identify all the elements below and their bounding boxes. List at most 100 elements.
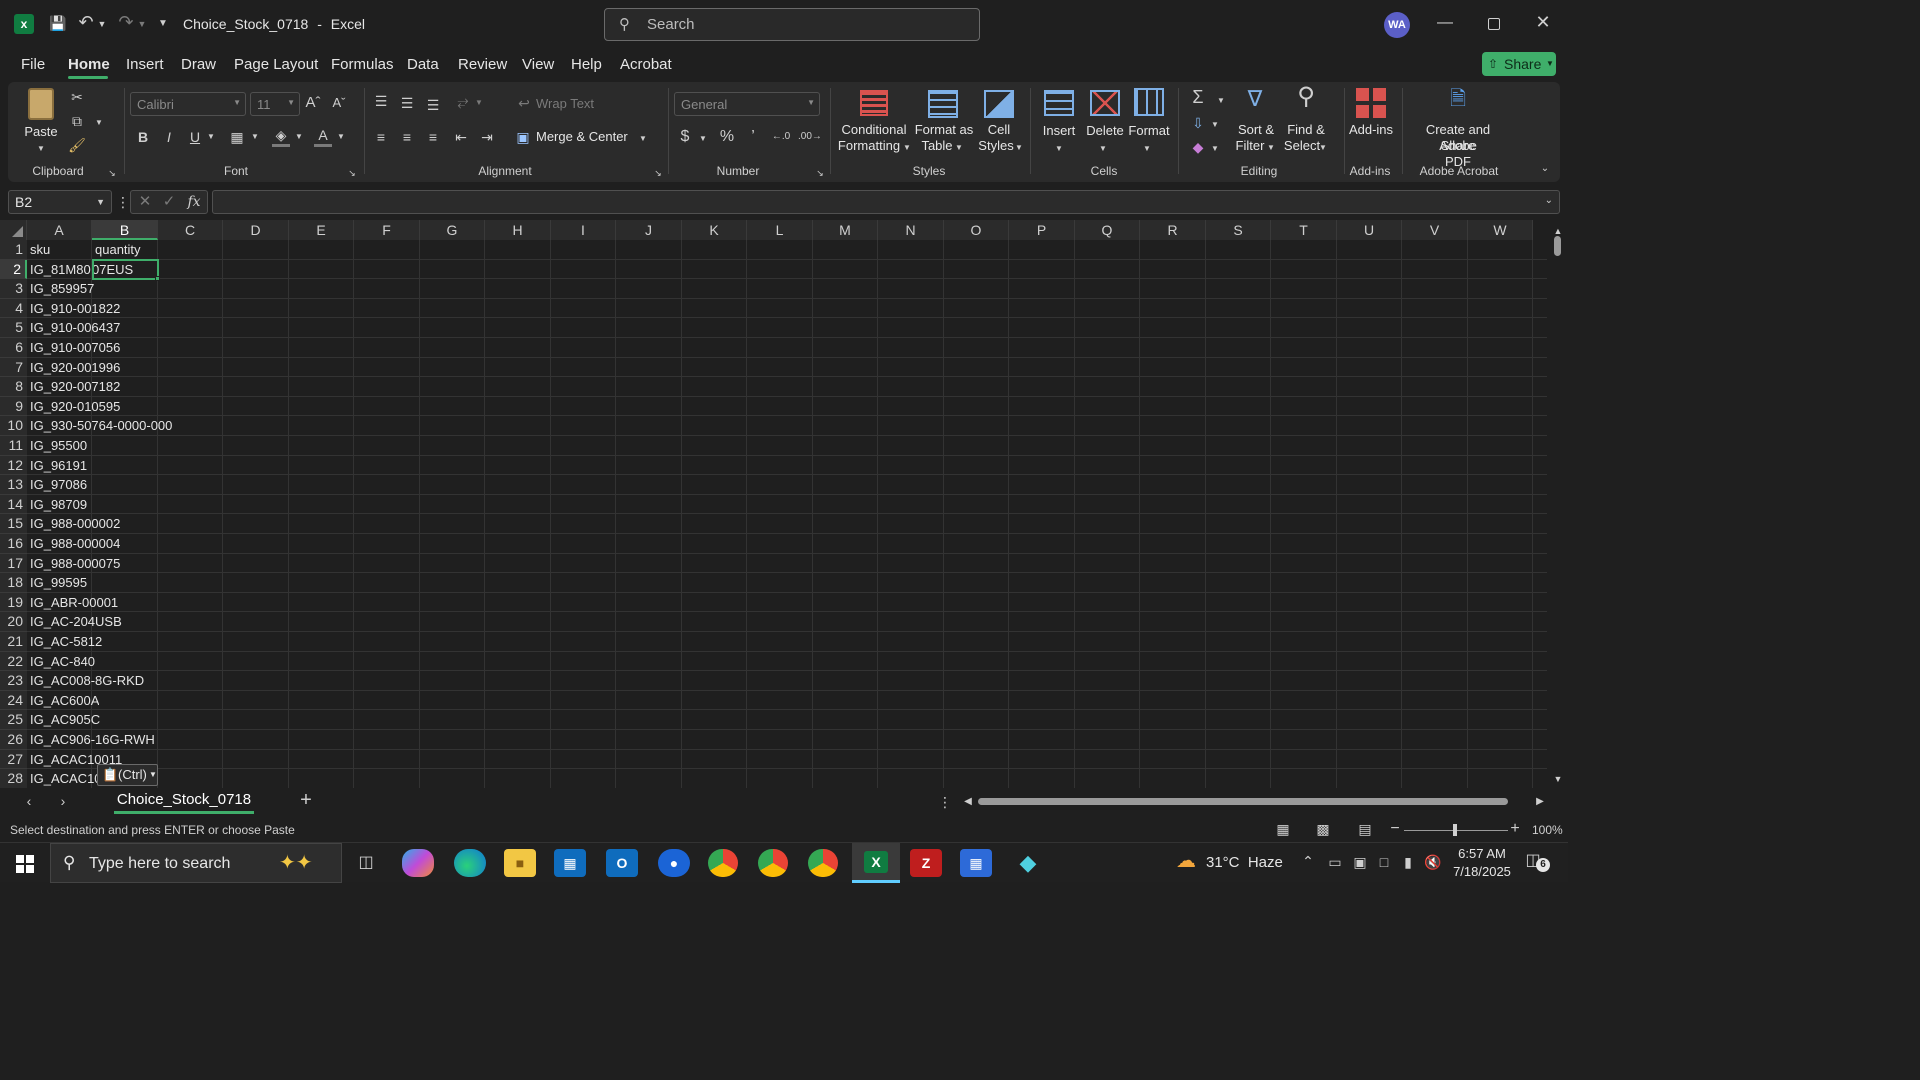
conditional-formatting-dropdown-icon[interactable]: ▼ [902,139,912,157]
volume-mute-icon[interactable]: 🔇 [1424,853,1441,871]
vertical-scrollbar[interactable]: ▲ ▼ [1548,220,1568,788]
vertical-scroll-thumb[interactable] [1554,236,1561,256]
row-header-11[interactable]: 11 [0,436,27,456]
currency-icon[interactable]: $ [676,128,694,146]
scroll-right-icon[interactable]: ▶ [1534,793,1546,811]
next-sheet-icon[interactable]: › [56,792,70,810]
tab-review[interactable]: Review [458,56,507,73]
column-header-g[interactable]: G [420,220,485,240]
underline-dropdown-icon[interactable]: ▼ [206,128,216,146]
wrap-text-icon[interactable]: ↩ [516,94,532,112]
tab-file[interactable]: File [21,56,45,73]
cell-a4[interactable]: IG_910-001822 [27,299,120,318]
row-header-20[interactable]: 20 [0,612,27,632]
prev-sheet-icon[interactable]: ‹ [22,792,36,810]
row-header-7[interactable]: 7 [0,357,27,378]
format-as-table-label-1[interactable]: Format as [912,122,976,138]
sort-filter-label-1[interactable]: Sort & [1236,122,1276,138]
insert-cells-icon[interactable] [1044,90,1074,116]
edge-icon[interactable] [454,849,486,877]
row-header-24[interactable]: 24 [0,690,27,711]
middle-align-icon[interactable]: ☰ [398,94,416,112]
underline-icon[interactable]: U [186,128,204,146]
tab-formulas[interactable]: Formulas [331,56,394,73]
name-box[interactable]: B2 ▼ [8,190,112,214]
insert-function-icon[interactable]: fx [185,193,203,211]
italic-icon[interactable]: I [160,128,178,146]
cell-a24[interactable]: IG_AC600A [27,691,99,710]
battery-icon[interactable]: ▮ [1400,853,1416,871]
number-format-combo[interactable]: General ▼ [674,92,820,116]
tab-page-layout[interactable]: Page Layout [234,56,318,73]
cell-a3[interactable]: IG_859957 [27,279,94,298]
font-launcher-icon[interactable]: ↘ [346,164,358,182]
normal-view-icon[interactable]: ▦ [1274,820,1292,838]
insert-cells-dropdown-icon[interactable]: ▼ [1054,140,1064,158]
find-select-icon[interactable]: ⚲ [1290,85,1322,109]
windows-start-icon[interactable] [16,855,34,873]
add-ins-icon[interactable] [1356,88,1386,118]
increase-decimal-icon[interactable]: ←.0 [770,128,792,146]
outlook-icon[interactable]: O [606,849,638,877]
bold-icon[interactable]: B [134,128,152,146]
fill-dropdown-icon[interactable]: ▼ [1210,116,1220,134]
zoom-out-icon[interactable]: − [1388,820,1402,838]
decrease-indent-icon[interactable]: ⇤ [452,128,470,146]
percent-icon[interactable]: % [718,128,736,146]
paste-options-button[interactable]: 📋 (Ctrl) ▼ [97,764,158,786]
spreadsheet-grid[interactable]: ABCDEFGHIJKLMNOPQRSTUVW 1 2 3 4 5 6 7 8 9 10 11 12 1… [0,220,1568,788]
row-header-23[interactable]: 23 [0,671,27,691]
conditional-formatting-icon[interactable] [860,90,888,116]
copy-dropdown-icon[interactable]: ▼ [94,114,104,132]
column-header-s[interactable]: S [1206,220,1271,240]
row-header-2[interactable]: 2 [0,259,27,280]
row-header-10[interactable]: 10 [0,416,27,436]
font-size-combo[interactable]: 11 ▼ [250,92,300,116]
column-header-i[interactable]: I [551,220,616,240]
select-all-corner[interactable] [0,220,27,240]
decrease-decimal-icon[interactable]: .00→ [798,128,822,146]
format-as-table-icon[interactable] [928,90,958,118]
add-ins-button[interactable]: Add-ins [1346,122,1396,138]
tab-help[interactable]: Help [571,56,602,73]
row-header-18[interactable]: 18 [0,573,27,593]
meet-now-icon[interactable]: ▣ [1352,853,1368,871]
column-header-e[interactable]: E [289,220,354,240]
cell-a15[interactable]: IG_988-000002 [27,514,120,533]
teams-chat-icon[interactable]: ● [658,849,690,877]
filezilla-icon[interactable]: Z [910,849,942,877]
notifications-button[interactable]: ◫ 6 [1524,852,1550,872]
active-cell-selection[interactable] [92,259,159,280]
cell-styles-label-2[interactable]: Styles [976,138,1016,154]
align-center-icon[interactable]: ≡ [398,128,416,146]
page-break-view-icon[interactable]: ▤ [1356,820,1374,838]
cell-a10[interactable]: IG_930-50764-0000-000 [27,416,172,435]
insert-cells-button[interactable]: Insert [1038,123,1080,139]
alignment-launcher-icon[interactable]: ↘ [652,164,664,182]
fill-handle[interactable] [155,276,160,281]
column-header-o[interactable]: O [944,220,1009,240]
show-hidden-icons[interactable]: ⌃ [1300,852,1316,870]
cut-icon[interactable]: ✂ [68,88,86,106]
sort-filter-icon[interactable]: ∇ [1240,88,1270,110]
page-layout-view-icon[interactable]: ▩ [1314,820,1332,838]
column-header-b[interactable]: B [92,220,158,240]
autosum-icon[interactable]: Σ [1188,88,1208,106]
find-select-dropdown-icon[interactable]: ▼ [1318,139,1328,157]
clock[interactable]: 6:57 AM 7/18/2025 [1448,845,1516,881]
adobe-pdf-icon[interactable]: 🗎 [1446,89,1470,109]
row-header-28[interactable]: 28 [0,769,27,788]
row-header-9[interactable]: 9 [0,396,27,417]
delete-cells-dropdown-icon[interactable]: ▼ [1098,140,1108,158]
clear-icon[interactable]: ◆ [1188,138,1208,156]
scroll-down-icon[interactable]: ▼ [1552,770,1564,788]
cell-a14[interactable]: IG_98709 [27,495,87,514]
horizontal-scroll-thumb[interactable] [978,798,1508,805]
currency-dropdown-icon[interactable]: ▼ [698,130,708,148]
copilot-icon[interactable] [402,849,434,877]
cell-a8[interactable]: IG_920-007182 [27,377,120,396]
chrome-icon-2[interactable] [758,849,788,877]
taskbar-search[interactable]: ⚲ Type here to search ✦✦ [50,843,342,883]
zoom-level[interactable]: 100% [1532,823,1563,837]
merge-center-icon[interactable]: ▣ [514,128,532,146]
